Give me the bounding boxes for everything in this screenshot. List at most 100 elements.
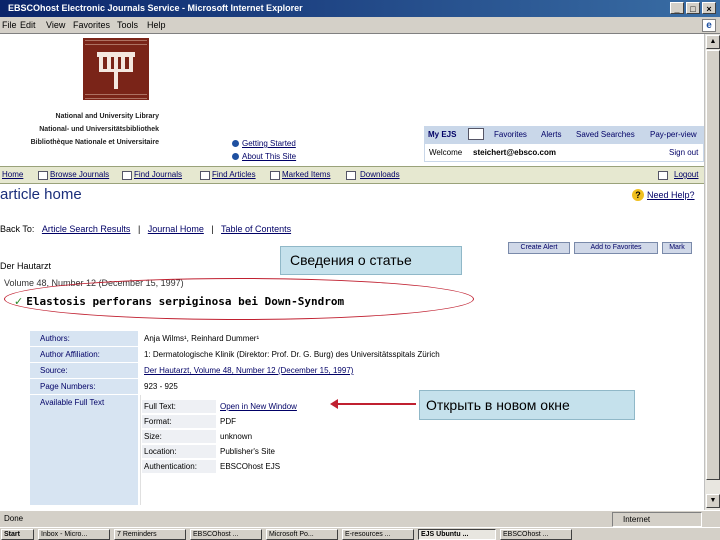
- detail-value-pages: 923 - 925: [144, 382, 178, 391]
- taskbar-item[interactable]: EBSCOhost ...: [190, 529, 262, 540]
- highlight-ellipse: [4, 278, 474, 320]
- minimize-button[interactable]: _: [670, 2, 684, 14]
- location-label: Location:: [142, 445, 216, 458]
- start-button[interactable]: Start: [1, 529, 34, 540]
- callout-open-new-window: Открыть в новом окне: [419, 390, 635, 420]
- detail-value-source[interactable]: Der Hautarzt, Volume 48, Number 12 (Dece…: [144, 363, 353, 378]
- add-to-favorites-button[interactable]: Add to Favorites: [574, 242, 658, 254]
- zone-text: Internet: [623, 515, 651, 524]
- find-articles-icon: [200, 171, 210, 180]
- ie-logo-icon: e: [702, 19, 716, 32]
- menu-bar: File Edit View Favorites Tools Help e: [0, 17, 720, 34]
- taskbar-item[interactable]: Inbox - Micro...: [38, 529, 110, 540]
- nav-find-journals[interactable]: Find Journals: [134, 170, 182, 179]
- user-panel: My EJS Favorites Alerts Saved Searches P…: [424, 126, 704, 163]
- taskbar-item[interactable]: EBSCOhost ...: [500, 529, 572, 540]
- detail-label-authors: Authors:: [30, 331, 138, 346]
- taskbar: Start Inbox - Micro... 7 Reminders EBSCO…: [0, 527, 720, 540]
- security-zone: Internet: [612, 512, 702, 527]
- my-ejs-label: My EJS: [428, 130, 457, 139]
- browse-icon: [38, 171, 48, 180]
- authentication-label: Authentication:: [142, 460, 216, 473]
- downloads-icon: [346, 171, 356, 180]
- bullet-icon: [232, 140, 239, 147]
- back-journal-home[interactable]: Journal Home: [148, 224, 204, 234]
- size-value: unknown: [220, 432, 253, 441]
- back-table-of-contents[interactable]: Table of Contents: [221, 224, 291, 234]
- library-name-line: Bibliothèque Nationale et Universitaire: [30, 139, 159, 146]
- pay-per-view-link[interactable]: Pay-per-view: [650, 130, 697, 139]
- close-button[interactable]: ×: [702, 2, 716, 14]
- taskbar-item[interactable]: E-resources ...: [342, 529, 414, 540]
- open-in-new-window-link[interactable]: Open in New Window: [220, 400, 297, 413]
- back-article-search-results[interactable]: Article Search Results: [42, 224, 131, 234]
- mark-button[interactable]: Mark: [662, 242, 692, 254]
- window-title: EBSCOhost Electronic Journals Service - …: [8, 3, 303, 13]
- size-label: Size:: [142, 430, 216, 443]
- scroll-up-arrow-icon[interactable]: ▲: [706, 35, 720, 49]
- nav-downloads[interactable]: Downloads: [360, 170, 400, 179]
- arrow-line: [336, 403, 416, 405]
- divider: [140, 395, 141, 505]
- find-journals-icon: [122, 171, 132, 180]
- welcome-label: Welcome: [429, 148, 463, 157]
- user-email: steichert@ebsco.com: [473, 148, 556, 157]
- marked-items-icon: [270, 171, 280, 180]
- nav-marked-items[interactable]: Marked Items: [282, 170, 330, 179]
- favorites-link[interactable]: Favorites: [494, 130, 527, 139]
- detail-label-fulltext: Available Full Text: [30, 395, 138, 505]
- sign-out-link[interactable]: Sign out: [669, 148, 698, 157]
- page-title: article home: [0, 186, 82, 203]
- saved-searches-link[interactable]: Saved Searches: [576, 130, 635, 139]
- status-bar: Done Internet: [0, 510, 720, 527]
- library-name-line: National and University Library: [55, 113, 159, 120]
- format-label: Format:: [142, 415, 216, 428]
- vertical-scrollbar[interactable]: ▲ ▼: [704, 34, 720, 510]
- format-value: PDF: [220, 417, 236, 426]
- menu-favorites[interactable]: Favorites: [73, 20, 110, 30]
- menu-view[interactable]: View: [46, 20, 65, 30]
- nav-logout[interactable]: Logout: [674, 170, 698, 179]
- menu-help[interactable]: Help: [147, 20, 166, 30]
- create-alert-button[interactable]: Create Alert: [508, 242, 570, 254]
- menu-tools[interactable]: Tools: [117, 20, 138, 30]
- detail-label-pages: Page Numbers:: [30, 379, 138, 394]
- journal-name: Der Hautarzt: [0, 261, 52, 271]
- library-name: National and University Library National…: [14, 110, 159, 149]
- page-content: National and University Library National…: [0, 34, 704, 510]
- location-value: Publisher's Site: [220, 447, 275, 456]
- nav-browse-journals[interactable]: Browse Journals: [50, 170, 109, 179]
- window-titlebar: EBSCOhost Electronic Journals Service - …: [0, 0, 720, 17]
- arrow-icon: [330, 399, 338, 409]
- main-nav: Home Browse Journals Find Journals Find …: [0, 166, 704, 184]
- alerts-link[interactable]: Alerts: [541, 130, 561, 139]
- about-site-link[interactable]: About This Site: [232, 150, 296, 163]
- status-text: Done: [4, 514, 24, 523]
- maximize-button[interactable]: □: [686, 2, 700, 14]
- authentication-value: EBSCOhost EJS: [220, 462, 281, 471]
- callout-article-info: Сведения о статье: [280, 246, 462, 275]
- detail-label-affiliation: Author Affiliation:: [30, 347, 138, 362]
- nav-find-articles[interactable]: Find Articles: [212, 170, 256, 179]
- bullet-icon: [232, 153, 239, 160]
- logout-icon: [658, 171, 668, 180]
- back-to-label: Back To:: [0, 224, 35, 234]
- fulltext-label: Full Text:: [142, 400, 216, 413]
- taskbar-item[interactable]: 7 Reminders: [114, 529, 186, 540]
- breadcrumb: Back To: Article Search Results | Journa…: [0, 224, 291, 234]
- nav-home[interactable]: Home: [2, 170, 23, 179]
- library-logo-icon: [83, 38, 149, 100]
- my-ejs-icon: [468, 128, 484, 140]
- getting-started-link[interactable]: Getting Started: [232, 137, 296, 150]
- breadcrumb-separator: |: [211, 224, 214, 234]
- taskbar-item-active[interactable]: EJS Ubuntu ...: [418, 529, 496, 540]
- scroll-down-arrow-icon[interactable]: ▼: [706, 494, 720, 508]
- menu-file[interactable]: File: [2, 20, 17, 30]
- library-name-line: National- und Universitätsbibliothek: [39, 126, 159, 133]
- help-icon: ?: [632, 189, 644, 201]
- scroll-thumb[interactable]: [706, 50, 720, 480]
- help-links: Getting Started About This Site: [232, 137, 296, 163]
- taskbar-item[interactable]: Microsoft Po...: [266, 529, 338, 540]
- menu-edit[interactable]: Edit: [20, 20, 36, 30]
- need-help-link[interactable]: ? Need Help?: [632, 189, 695, 201]
